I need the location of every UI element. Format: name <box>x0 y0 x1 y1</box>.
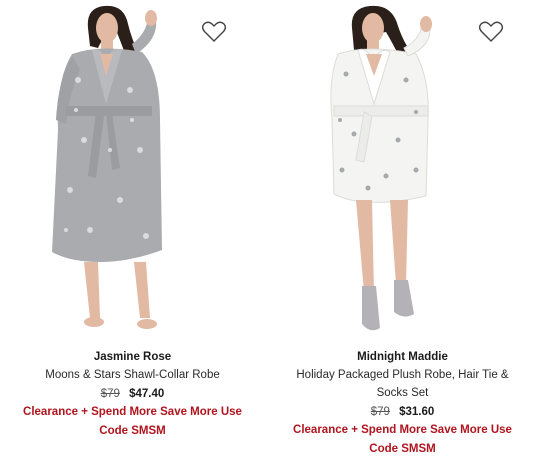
product-price: $79 $31.60 <box>270 403 535 421</box>
promo-line: Code SMSM <box>99 425 166 437</box>
product-brand[interactable]: Midnight Maddie <box>270 349 535 366</box>
product-card[interactable]: Midnight Maddie Holiday Packaged Plush R… <box>270 0 535 465</box>
product-name[interactable]: Moons & Stars Shawl-Collar Robe <box>0 366 265 384</box>
product-info: Midnight Maddie Holiday Packaged Plush R… <box>270 349 535 459</box>
product-info: Jasmine Rose Moons & Stars Shawl-Collar … <box>0 349 265 441</box>
product-card[interactable]: Jasmine Rose Moons & Stars Shawl-Collar … <box>0 0 265 465</box>
product-name-line: Socks Set <box>376 387 429 399</box>
sale-price: $31.60 <box>399 406 435 418</box>
promo-text: Clearance + Spend More Save More Use Cod… <box>270 421 535 459</box>
product-image[interactable] <box>270 0 535 340</box>
heart-outline-icon[interactable] <box>201 20 227 44</box>
sale-price: $47.40 <box>129 388 165 400</box>
product-brand[interactable]: Jasmine Rose <box>0 349 265 366</box>
promo-line: Clearance + Spend More Save More Use <box>23 406 242 418</box>
original-price: $79 <box>100 388 120 400</box>
promo-line: Clearance + Spend More Save More Use <box>293 424 512 436</box>
promo-text: Clearance + Spend More Save More Use Cod… <box>0 403 265 441</box>
product-name[interactable]: Holiday Packaged Plush Robe, Hair Tie & … <box>270 366 535 402</box>
promo-line: Code SMSM <box>369 443 436 455</box>
original-price: $79 <box>370 406 390 418</box>
product-name-line: Holiday Packaged Plush Robe, Hair Tie & <box>296 369 509 381</box>
product-price: $79 $47.40 <box>0 385 265 403</box>
product-image[interactable] <box>0 0 265 340</box>
heart-outline-icon[interactable] <box>478 20 504 44</box>
